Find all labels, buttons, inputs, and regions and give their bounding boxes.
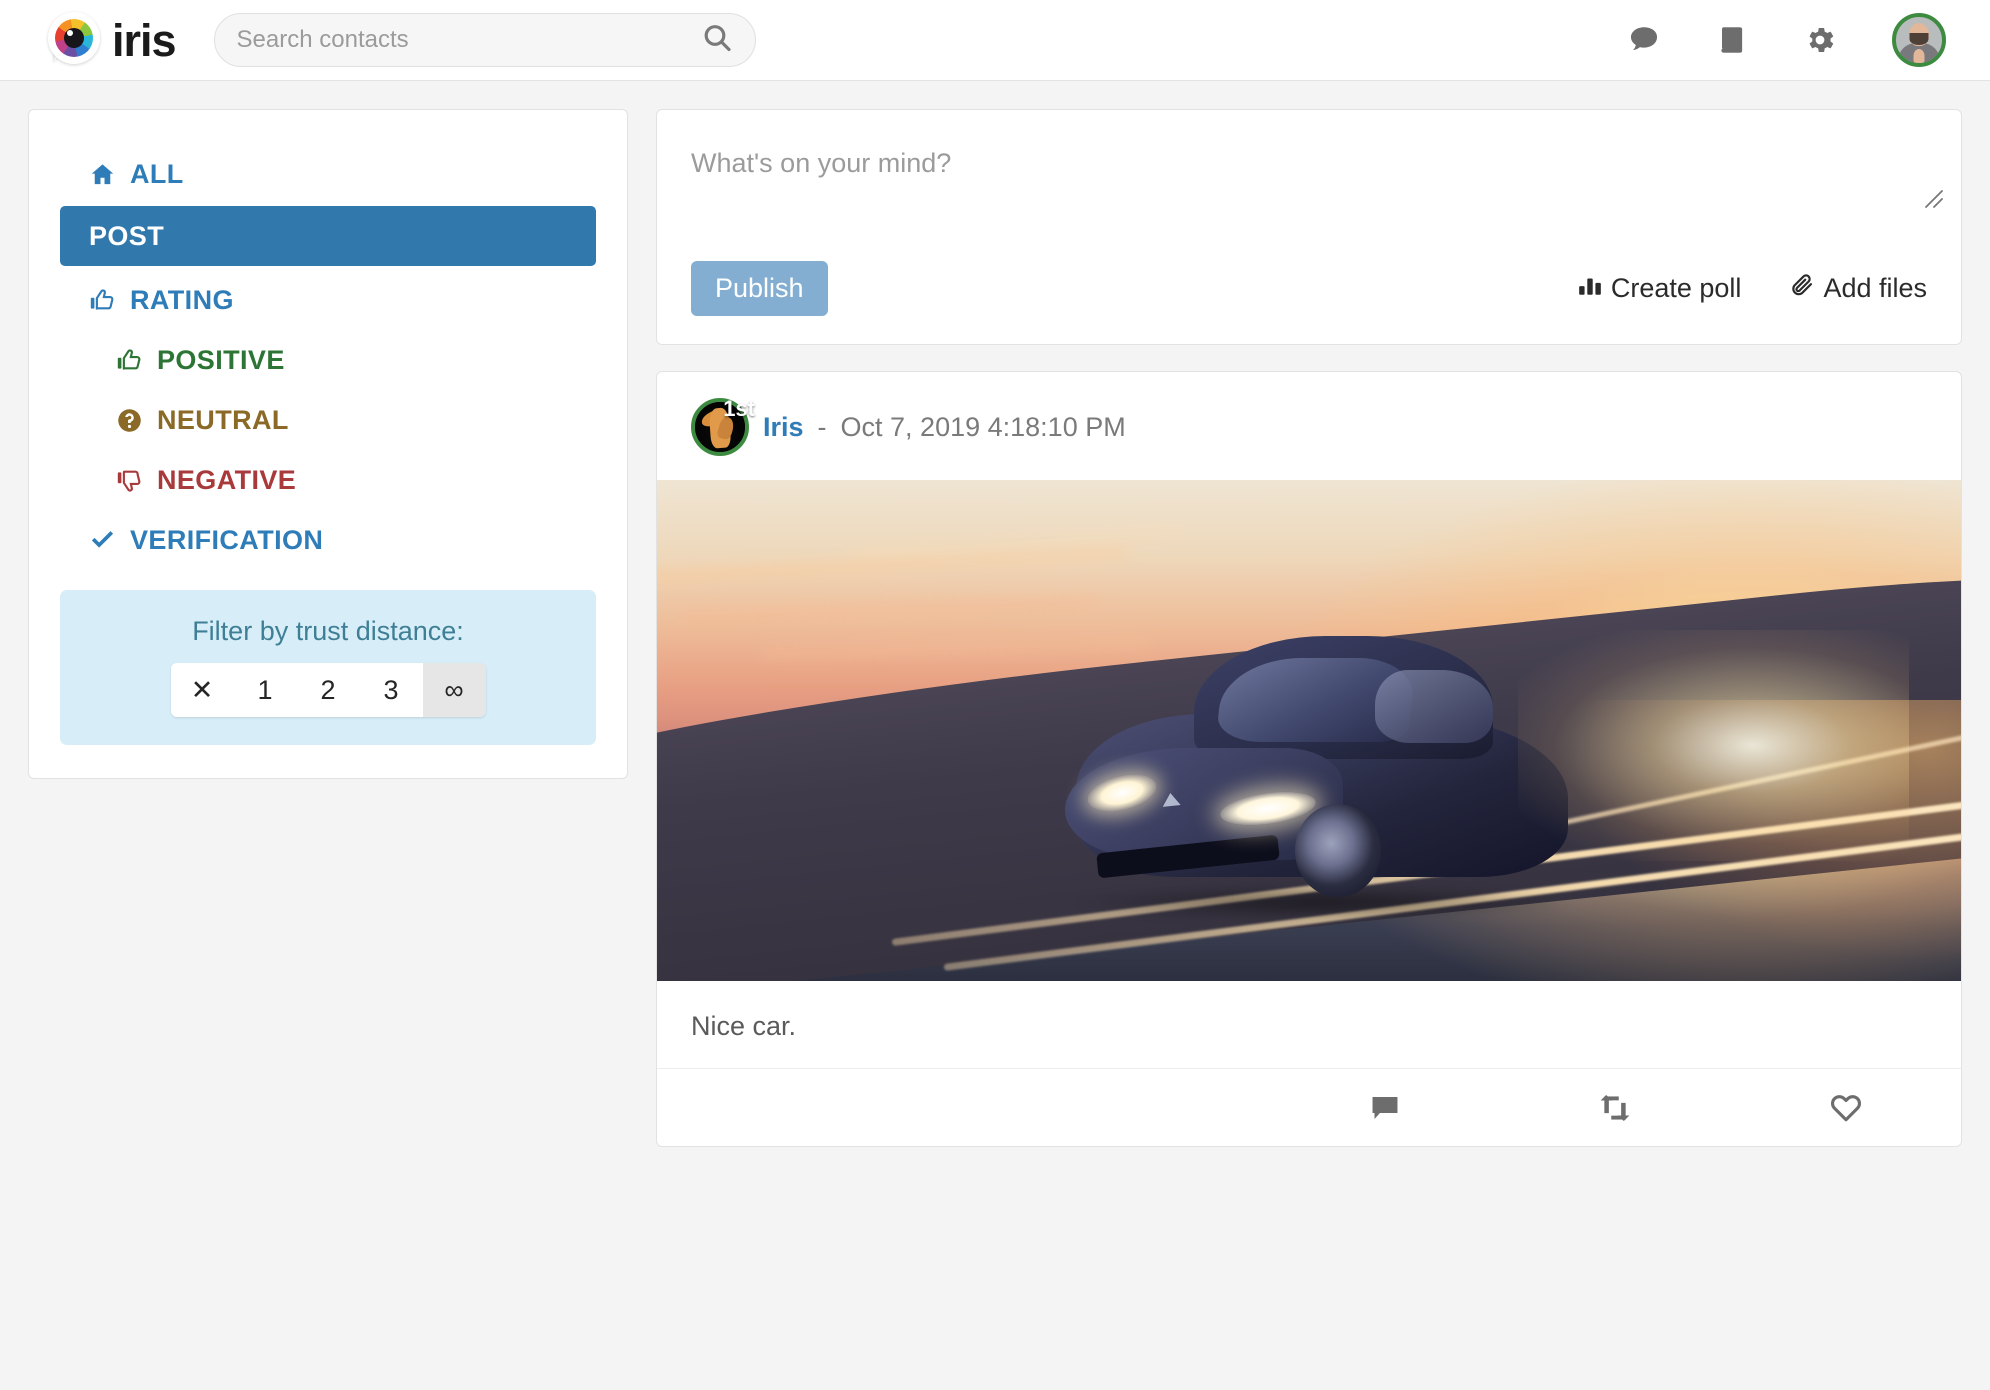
post-image[interactable] xyxy=(657,480,1961,981)
trust-1-button[interactable]: 1 xyxy=(233,663,297,717)
publish-button[interactable]: Publish xyxy=(691,261,828,316)
post-header: 1st Iris - Oct 7, 2019 4:18:10 PM xyxy=(657,372,1961,480)
sidebar-item-positive[interactable]: POSITIVE xyxy=(60,332,596,388)
avatar-hands xyxy=(1913,49,1925,63)
trust-filter-label: Filter by trust distance: xyxy=(192,616,464,646)
check-icon xyxy=(89,527,116,554)
brand-name: iris xyxy=(112,14,177,66)
bar-chart-icon xyxy=(1577,272,1603,305)
sidebar-item-label: POST xyxy=(89,220,165,251)
post-author-link[interactable]: Iris xyxy=(763,412,804,443)
thumbs-up-icon xyxy=(89,287,116,314)
image-car xyxy=(1055,630,1590,920)
settings-gear-icon[interactable] xyxy=(1803,23,1837,57)
trust-distance-filter: Filter by trust distance: ✕ 1 2 3 ∞ xyxy=(60,590,596,745)
sidebar-item-verification[interactable]: VERIFICATION xyxy=(60,512,596,568)
post-timestamp: Oct 7, 2019 4:18:10 PM xyxy=(840,411,1126,442)
post-actions xyxy=(657,1068,1961,1146)
car-front-wheel xyxy=(1295,804,1381,897)
thumbs-down-icon xyxy=(116,467,143,494)
post-text: Nice car. xyxy=(691,1011,797,1041)
sidebar: ALL POST RATING POSITIVE NEUTRAL NEGATIV… xyxy=(28,109,628,779)
sidebar-item-post[interactable]: POST xyxy=(60,206,596,266)
user-avatar[interactable] xyxy=(1892,13,1946,67)
car-logo xyxy=(1161,792,1181,807)
thumbs-up-icon xyxy=(116,347,143,374)
compose-input[interactable] xyxy=(691,146,1927,230)
car-side-window xyxy=(1375,669,1494,743)
repost-icon[interactable] xyxy=(1500,1069,1730,1146)
sidebar-item-neutral[interactable]: NEUTRAL xyxy=(60,392,596,448)
compose-toolbar: Publish Create poll Add files xyxy=(691,261,1927,316)
paperclip-icon xyxy=(1789,272,1815,305)
sidebar-item-label: NEGATIVE xyxy=(157,464,297,495)
trust-3-button[interactable]: 3 xyxy=(359,663,423,717)
topbar-actions xyxy=(1627,13,1946,67)
brand-logo[interactable]: iris xyxy=(48,12,177,68)
post-separator: - xyxy=(817,411,827,442)
trust-infinity-button[interactable]: ∞ xyxy=(422,663,486,717)
sidebar-item-all[interactable]: ALL xyxy=(60,146,596,202)
post-card: 1st Iris - Oct 7, 2019 4:18:10 PM Nice c… xyxy=(656,371,1962,1147)
logo-glint xyxy=(67,30,73,36)
sidebar-item-label: VERIFICATION xyxy=(130,524,324,555)
sidebar-item-rating[interactable]: RATING xyxy=(60,272,596,328)
comment-icon[interactable] xyxy=(1270,1069,1500,1146)
sidebar-item-label: NEUTRAL xyxy=(157,404,289,435)
search-box[interactable]: Search contacts xyxy=(213,13,756,67)
compose-card: Publish Create poll xyxy=(656,109,1962,345)
add-files-button[interactable]: Add files xyxy=(1789,272,1927,305)
sidebar-item-label: POSITIVE xyxy=(157,344,285,375)
trust-2-button[interactable]: 2 xyxy=(296,663,360,717)
resize-grip-icon[interactable] xyxy=(1923,188,1945,210)
create-poll-label: Create poll xyxy=(1610,273,1742,303)
question-circle-icon xyxy=(116,407,143,434)
contacts-book-icon[interactable] xyxy=(1716,23,1748,57)
create-poll-button[interactable]: Create poll xyxy=(1577,272,1742,305)
iris-avatar[interactable]: 1st xyxy=(691,398,755,456)
sidebar-item-label: RATING xyxy=(130,284,234,315)
search-input[interactable]: Search contacts xyxy=(237,26,409,54)
add-files-label: Add files xyxy=(1823,273,1927,303)
search-icon[interactable] xyxy=(701,22,733,59)
avatar-beard xyxy=(1909,33,1929,45)
top-bar: iris Search contacts xyxy=(0,0,1990,81)
sidebar-item-label: ALL xyxy=(130,158,184,189)
main-column: Publish Create poll xyxy=(656,109,1962,1173)
like-icon[interactable] xyxy=(1731,1069,1961,1146)
home-icon xyxy=(89,161,116,188)
sidebar-item-negative[interactable]: NEGATIVE xyxy=(60,452,596,508)
trust-clear-button[interactable]: ✕ xyxy=(170,663,234,717)
iris-eye-logo-icon xyxy=(48,12,100,68)
compose-attach-tools: Create poll Add files xyxy=(1577,272,1927,305)
messages-icon[interactable] xyxy=(1627,23,1661,57)
page-body: ALL POST RATING POSITIVE NEUTRAL NEGATIV… xyxy=(0,81,1990,1173)
trust-filter-buttons: ✕ 1 2 3 ∞ xyxy=(170,663,486,717)
trust-distance-badge: 1st xyxy=(723,396,755,421)
